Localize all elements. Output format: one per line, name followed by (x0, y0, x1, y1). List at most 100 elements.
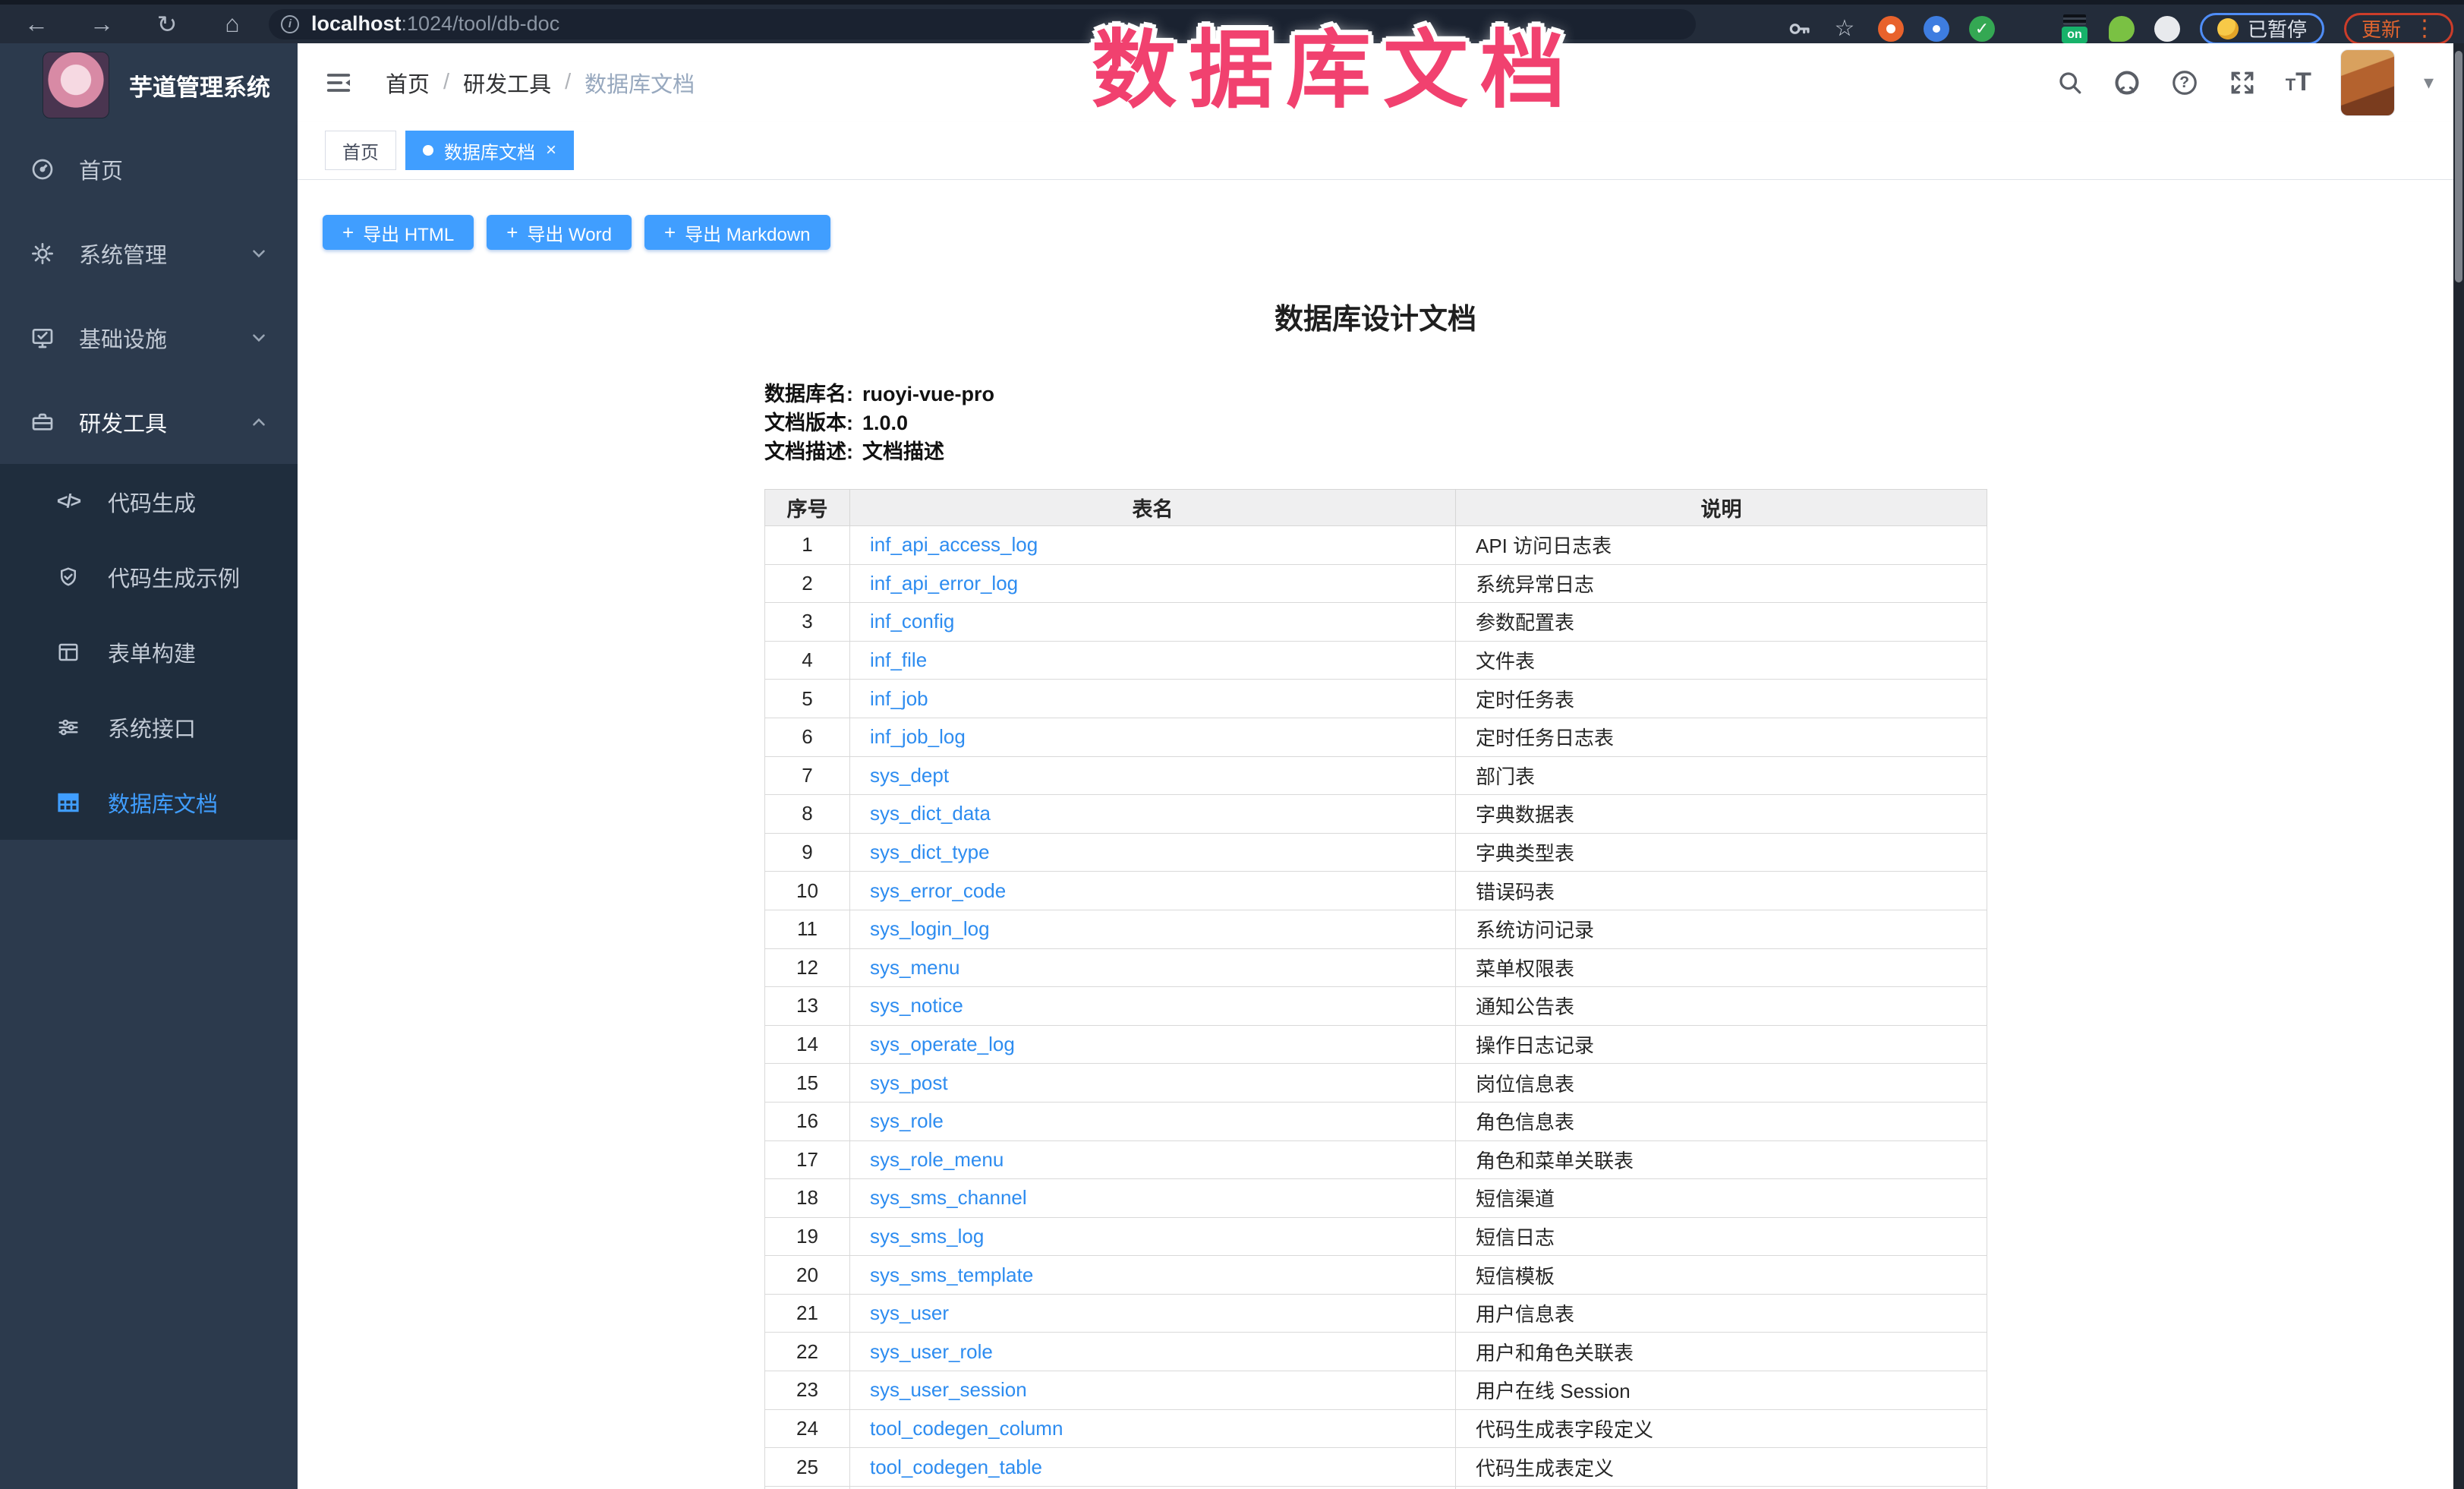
dashboard-icon (27, 157, 58, 181)
github-icon[interactable] (2113, 68, 2141, 97)
table-link[interactable]: tool_codegen_column (870, 1417, 1063, 1440)
site-info-icon[interactable]: i (281, 15, 299, 33)
extension-icon[interactable] (1878, 16, 1904, 42)
form-table-icon (52, 641, 85, 664)
extension-pin-icon[interactable] (1924, 16, 1949, 42)
browser-chrome: ← → ↻ ⌂ i localhost:1024/tool/db-doc ☆ ✓… (0, 0, 2464, 43)
table-row: 15 sys_post 岗位信息表 (765, 1064, 1987, 1103)
sidebar-item-form-builder[interactable]: 表单构建 (0, 614, 298, 689)
breadcrumb-home[interactable]: 首页 (386, 67, 430, 99)
table-row: 10 sys_error_code 错误码表 (765, 872, 1987, 910)
table-link[interactable]: inf_file (870, 648, 927, 671)
doc-meta-line: 文档版本:1.0.0 (764, 409, 1987, 437)
table-link[interactable]: sys_login_log (870, 917, 990, 940)
sidebar-item-codegen-demo[interactable]: 代码生成示例 (0, 539, 298, 614)
sidebar-item-api[interactable]: 系统接口 (0, 689, 298, 765)
extension-leaf-icon[interactable] (2109, 16, 2135, 42)
table-link[interactable]: sys_dict_type (870, 841, 990, 863)
table-link[interactable]: sys_role_menu (870, 1148, 1004, 1171)
tab-home[interactable]: 首页 (325, 131, 396, 170)
table-row: 24 tool_codegen_column 代码生成表字段定义 (765, 1409, 1987, 1448)
menu-fold-icon[interactable] (323, 68, 354, 98)
gear-icon (27, 241, 58, 266)
table-link[interactable]: sys_sms_template (870, 1263, 1033, 1286)
table-row: 8 sys_dict_data 字典数据表 (765, 795, 1987, 834)
table-row: 23 sys_user_session 用户在线 Session (765, 1371, 1987, 1410)
caret-down-icon[interactable]: ▾ (2424, 71, 2434, 94)
breadcrumb-devtools[interactable]: 研发工具 (463, 67, 551, 99)
table-link[interactable]: tool_codegen_table (870, 1456, 1042, 1478)
tab-db-doc[interactable]: 数据库文档 × (405, 131, 574, 170)
sidebar-item-devtools[interactable]: 研发工具 (0, 380, 298, 464)
extensions-puzzle-icon[interactable] (2154, 16, 2180, 42)
table-link[interactable]: sys_post (870, 1071, 948, 1094)
plus-icon: + (506, 221, 518, 244)
kebab-menu-icon[interactable]: ⋮ (2413, 15, 2436, 42)
sidebar-item-home[interactable]: 首页 (0, 127, 298, 211)
sidebar-item-db-doc[interactable]: 数据库文档 (0, 765, 298, 840)
table-link[interactable]: sys_user (870, 1301, 949, 1324)
extension-switch-icon[interactable]: on (2060, 14, 2089, 43)
extension-check-icon[interactable]: ✓ (1969, 16, 1995, 42)
table-link[interactable]: inf_api_error_log (870, 572, 1018, 595)
browser-forward-icon[interactable]: → (85, 10, 118, 38)
app-title: 芋道管理系统 (129, 68, 270, 103)
sidebar-item-infra[interactable]: 基础设施 (0, 295, 298, 380)
table-row: 6 inf_job_log 定时任务日志表 (765, 718, 1987, 756)
font-size-icon[interactable]: TT (2286, 68, 2311, 97)
sidebar-item-system[interactable]: 系统管理 (0, 211, 298, 295)
column-header-desc: 说明 (1456, 490, 1987, 526)
code-icon: </> (52, 491, 85, 513)
app-logo[interactable]: 芋道管理系统 (0, 43, 298, 127)
avatar[interactable] (2340, 49, 2395, 116)
table-link[interactable]: sys_dict_data (870, 802, 991, 825)
sidebar-item-codegen[interactable]: </> 代码生成 (0, 464, 298, 539)
table-link[interactable]: sys_sms_channel (870, 1186, 1027, 1209)
address-bar[interactable]: i localhost:1024/tool/db-doc (269, 9, 1696, 39)
table-link[interactable]: sys_notice (870, 994, 963, 1017)
table-link[interactable]: sys_sms_log (870, 1225, 984, 1248)
page-scrollbar[interactable] (2453, 43, 2464, 1489)
table-row: 7 sys_dept 部门表 (765, 756, 1987, 795)
table-link[interactable]: inf_api_access_log (870, 533, 1038, 556)
url-path: :1024/tool/db-doc (402, 12, 560, 35)
extension-palette-icon[interactable] (2015, 16, 2040, 42)
table-link[interactable]: inf_job (870, 687, 928, 710)
close-icon[interactable]: × (546, 141, 556, 159)
table-link[interactable]: inf_job_log (870, 725, 966, 748)
paused-badge[interactable]: 已暂停 (2200, 13, 2324, 45)
breadcrumb-current: 数据库文档 (584, 67, 695, 99)
fullscreen-icon[interactable] (2228, 68, 2257, 97)
doc-meta: 数据库名:ruoyi-vue-pro 文档版本:1.0.0 文档描述:文档描述 (764, 380, 1987, 466)
browser-reload-icon[interactable]: ↻ (150, 10, 184, 39)
logo-image (43, 52, 109, 118)
export-html-button[interactable]: + 导出 HTML (323, 215, 474, 250)
help-icon[interactable]: ? (2170, 68, 2199, 97)
table-link[interactable]: sys_menu (870, 956, 960, 979)
table-row: 5 inf_job 定时任务表 (765, 680, 1987, 718)
bookmark-star-icon[interactable]: ☆ (1831, 15, 1858, 42)
export-markdown-button[interactable]: + 导出 Markdown (644, 215, 830, 250)
table-link[interactable]: inf_config (870, 610, 954, 633)
table-row: 21 sys_user 用户信息表 (765, 1294, 1987, 1333)
key-icon[interactable] (1787, 17, 1811, 41)
export-word-button[interactable]: + 导出 Word (487, 215, 632, 250)
table-link[interactable]: sys_user_role (870, 1340, 993, 1363)
browser-home-icon[interactable]: ⌂ (216, 10, 249, 38)
scrollbar-thumb[interactable] (2455, 51, 2462, 282)
table-row: 19 sys_sms_log 短信日志 (765, 1217, 1987, 1256)
breadcrumb: 首页 / 研发工具 / 数据库文档 (386, 67, 695, 99)
table-link[interactable]: sys_dept (870, 764, 949, 787)
table-row: 26 tool_test_demo 字典类型表 (765, 1486, 1987, 1489)
table-row: 20 sys_sms_template 短信模板 (765, 1256, 1987, 1295)
table-link[interactable]: sys_role (870, 1109, 944, 1132)
table-row: 14 sys_operate_log 操作日志记录 (765, 1025, 1987, 1064)
table-link[interactable]: sys_error_code (870, 879, 1006, 902)
table-link[interactable]: sys_operate_log (870, 1033, 1015, 1055)
browser-back-icon[interactable]: ← (20, 10, 53, 38)
main-area: 首页 / 研发工具 / 数据库文档 ? (298, 43, 2453, 1489)
table-link[interactable]: sys_user_session (870, 1378, 1027, 1401)
plus-icon: + (342, 221, 354, 244)
browser-update-button[interactable]: 更新 ⋮ (2344, 13, 2453, 45)
search-icon[interactable] (2056, 69, 2084, 96)
